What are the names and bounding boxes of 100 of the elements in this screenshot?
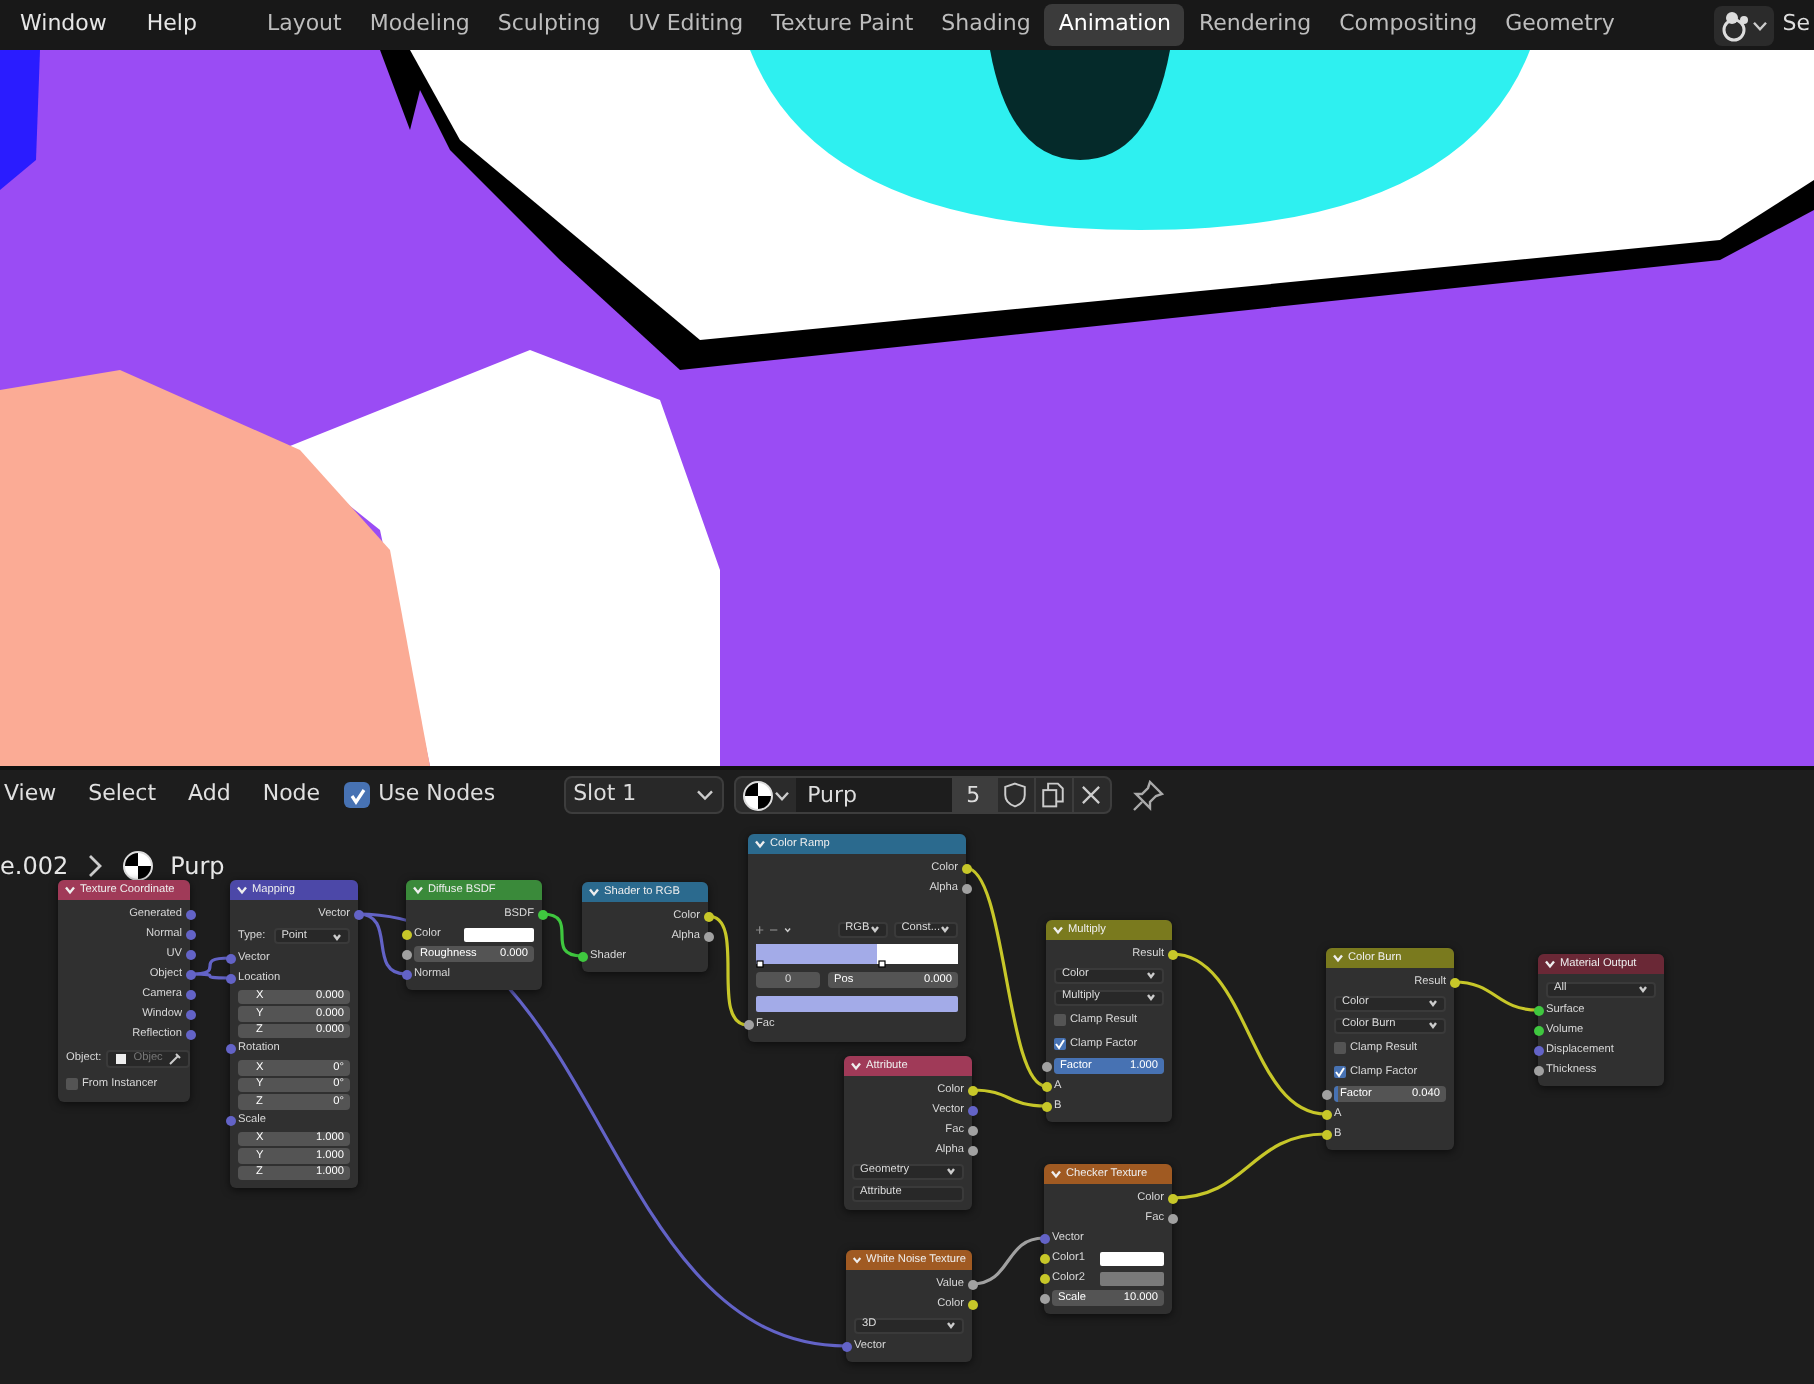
workspace-tab[interactable]: Compositing bbox=[1325, 4, 1492, 46]
node-socket[interactable] bbox=[1167, 1213, 1177, 1223]
node-socket[interactable] bbox=[401, 969, 411, 979]
eyedropper-icon[interactable] bbox=[168, 1051, 183, 1065]
caret-icon bbox=[940, 924, 951, 934]
node-socket[interactable] bbox=[967, 1279, 977, 1289]
workspace-tab[interactable]: Layout bbox=[252, 4, 356, 46]
checkbox[interactable] bbox=[66, 1078, 78, 1090]
node-socket[interactable] bbox=[353, 909, 363, 919]
node-socket[interactable] bbox=[185, 909, 195, 919]
checkmark-icon bbox=[1054, 1038, 1066, 1050]
node-socket[interactable] bbox=[1167, 1193, 1177, 1203]
node-socket[interactable] bbox=[967, 1299, 977, 1309]
menu-item[interactable]: View bbox=[0, 778, 73, 812]
breadcrumb-item[interactable]: Purp bbox=[170, 848, 225, 884]
breadcrumb-item[interactable]: e.002 bbox=[0, 848, 69, 884]
node-socket[interactable] bbox=[401, 949, 411, 959]
checkmark-icon bbox=[347, 785, 368, 805]
caret-icon bbox=[1428, 1020, 1438, 1030]
node-socket[interactable] bbox=[1533, 1045, 1543, 1055]
workspace-tab[interactable]: Rendering bbox=[1184, 4, 1326, 46]
caret-icon bbox=[869, 924, 880, 934]
menu-item[interactable]: Node bbox=[246, 778, 337, 812]
node-socket[interactable] bbox=[1039, 1253, 1049, 1263]
caret-icon bbox=[1052, 924, 1064, 936]
chevron-right-icon bbox=[84, 852, 107, 880]
color-swatch[interactable] bbox=[1099, 1251, 1164, 1265]
workspace-tab[interactable]: Modeling bbox=[355, 4, 484, 46]
color-swatch[interactable] bbox=[756, 995, 958, 1011]
menu-item[interactable]: Window bbox=[0, 8, 127, 42]
node-socket[interactable] bbox=[225, 953, 235, 963]
caret-icon bbox=[64, 884, 76, 896]
workspace-tab[interactable]: Animation bbox=[1044, 4, 1185, 46]
checkbox[interactable] bbox=[1334, 1042, 1346, 1054]
node-socket[interactable] bbox=[1449, 977, 1459, 987]
node-socket[interactable] bbox=[1321, 1109, 1331, 1119]
node-socket[interactable] bbox=[1039, 1293, 1049, 1303]
caret-icon bbox=[852, 1254, 863, 1266]
checkbox[interactable] bbox=[1334, 1066, 1346, 1078]
checkbox[interactable] bbox=[344, 782, 371, 808]
node-socket[interactable] bbox=[967, 1105, 977, 1115]
node-socket[interactable] bbox=[185, 1029, 195, 1039]
node-socket[interactable] bbox=[185, 929, 195, 939]
menu-item[interactable]: Select bbox=[72, 778, 173, 812]
node-socket[interactable] bbox=[537, 909, 547, 919]
node-socket[interactable] bbox=[577, 951, 587, 961]
scene-icon[interactable] bbox=[1720, 9, 1753, 41]
node-socket[interactable] bbox=[1167, 949, 1177, 959]
ramp-stop-icon[interactable] bbox=[877, 960, 886, 968]
material-sphere-icon bbox=[122, 850, 155, 882]
workspace-tab[interactable]: Sculpting bbox=[483, 4, 615, 46]
node-socket[interactable] bbox=[1321, 1089, 1331, 1099]
node-socket[interactable] bbox=[967, 1085, 977, 1095]
node-socket[interactable] bbox=[961, 863, 971, 873]
caret-icon bbox=[1332, 952, 1344, 964]
node-socket[interactable] bbox=[743, 1020, 753, 1030]
node-socket[interactable] bbox=[225, 1044, 235, 1054]
pin-icon[interactable] bbox=[1131, 779, 1164, 811]
workspace-tab[interactable]: Texture Paint bbox=[757, 4, 928, 46]
node-socket[interactable] bbox=[1533, 1065, 1543, 1075]
checkmark-icon bbox=[1334, 1066, 1346, 1078]
color-swatch[interactable] bbox=[1099, 1271, 1164, 1285]
caret-icon bbox=[850, 1060, 862, 1072]
node-socket[interactable] bbox=[225, 973, 235, 983]
node-socket[interactable] bbox=[1533, 1025, 1543, 1035]
workspace-tab[interactable]: Geometry bbox=[1491, 4, 1629, 46]
node-socket[interactable] bbox=[185, 1009, 195, 1019]
slot-dropdown[interactable]: Slot 1 bbox=[563, 776, 724, 814]
workspace-tab[interactable]: Shading bbox=[927, 4, 1045, 46]
node-socket[interactable] bbox=[961, 883, 971, 893]
ramp-stop-icon[interactable] bbox=[756, 960, 764, 968]
node-socket[interactable] bbox=[1041, 1101, 1051, 1111]
node-socket[interactable] bbox=[225, 1115, 235, 1125]
node-socket[interactable] bbox=[841, 1341, 851, 1351]
scene-name[interactable]: Se bbox=[1782, 8, 1810, 42]
workspace-tab[interactable]: UV Editing bbox=[614, 4, 758, 46]
checkbox[interactable] bbox=[1054, 1014, 1066, 1026]
node-socket[interactable] bbox=[185, 989, 195, 999]
node-socket[interactable] bbox=[1041, 1081, 1051, 1091]
node-socket[interactable] bbox=[703, 911, 713, 921]
node-socket[interactable] bbox=[401, 929, 411, 939]
node-socket[interactable] bbox=[1039, 1273, 1049, 1283]
node-socket[interactable] bbox=[1039, 1233, 1049, 1243]
add-icon[interactable] bbox=[756, 923, 764, 935]
color-swatch[interactable] bbox=[464, 927, 534, 941]
menu-item[interactable]: Add bbox=[172, 778, 247, 812]
node-socket[interactable] bbox=[185, 949, 195, 959]
node-socket[interactable] bbox=[967, 1145, 977, 1155]
node-socket[interactable] bbox=[1321, 1129, 1331, 1139]
checkbox[interactable] bbox=[1054, 1038, 1066, 1050]
caret-icon bbox=[1638, 984, 1648, 994]
caret-icon bbox=[1544, 958, 1556, 970]
color-ramp-gradient[interactable] bbox=[756, 944, 958, 964]
node-socket[interactable] bbox=[967, 1125, 977, 1135]
menu-item[interactable]: Help bbox=[126, 8, 217, 42]
node-socket[interactable] bbox=[1533, 1005, 1543, 1015]
caret-icon bbox=[236, 884, 248, 896]
node-socket[interactable] bbox=[185, 969, 195, 979]
node-socket[interactable] bbox=[1041, 1061, 1051, 1071]
node-socket[interactable] bbox=[703, 931, 713, 941]
